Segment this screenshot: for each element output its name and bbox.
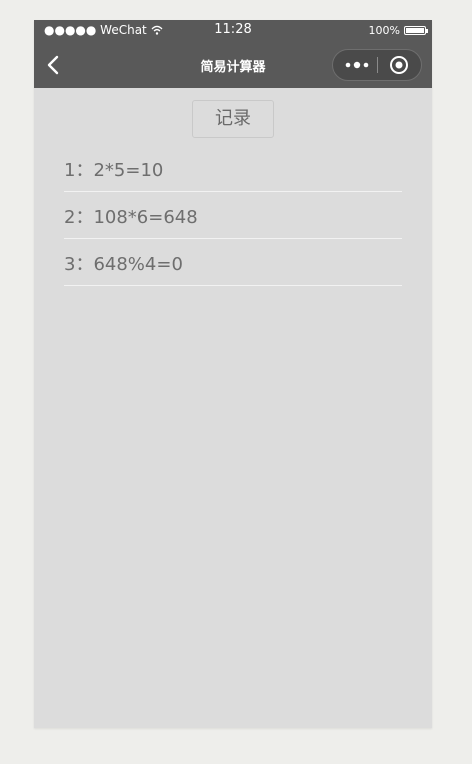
page-content: 记录 1：2*5=10 2：108*6=648 3：648%4=0	[34, 88, 432, 728]
target-circle-icon[interactable]	[389, 55, 409, 75]
list-item: 2：108*6=648	[64, 193, 402, 239]
record-index: 3：	[64, 254, 94, 275]
capsule-menu	[332, 49, 422, 81]
record-index: 2：	[64, 207, 94, 228]
list-item: 1：2*5=10	[64, 146, 402, 192]
record-button[interactable]: 记录	[192, 100, 274, 138]
status-bar: ●●●●● WeChat 11:28 100%	[34, 20, 432, 42]
phone-screen: ●●●●● WeChat 11:28 100% 简易计算器 记录 1：2*5=1…	[34, 20, 432, 728]
battery-fill	[406, 28, 424, 33]
record-expression: 108*6=648	[93, 207, 198, 228]
record-expression: 648%4=0	[93, 254, 183, 275]
list-item: 3：648%4=0	[64, 240, 402, 286]
status-battery: 100%	[368, 24, 428, 37]
capsule-divider	[377, 57, 378, 73]
more-dots-icon[interactable]	[343, 57, 371, 73]
nav-bar: 简易计算器	[34, 42, 432, 88]
battery-icon	[404, 26, 428, 35]
record-index: 1：	[64, 160, 94, 181]
battery-percent: 100%	[368, 24, 400, 37]
record-list: 1：2*5=10 2：108*6=648 3：648%4=0	[64, 146, 402, 287]
record-expression: 2*5=10	[93, 160, 164, 181]
